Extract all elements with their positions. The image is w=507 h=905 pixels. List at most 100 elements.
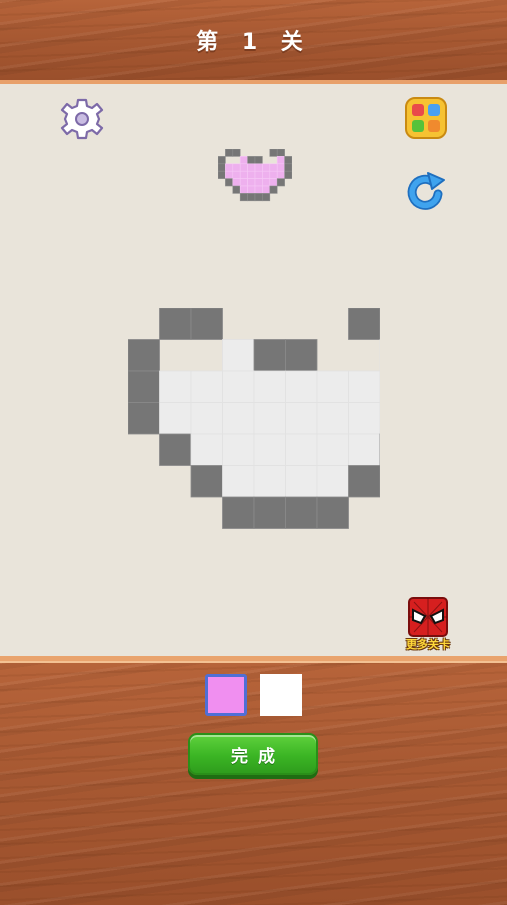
preview-cell	[269, 163, 278, 172]
target-preview	[218, 149, 292, 202]
preview-cell	[254, 170, 263, 179]
done-button[interactable]: 完成	[188, 733, 318, 775]
paint-cell[interactable]	[348, 370, 381, 403]
preview-cell	[218, 163, 226, 172]
preview-cell	[239, 163, 248, 172]
preview-cell	[262, 170, 271, 179]
paint-cell[interactable]	[348, 433, 381, 466]
preview-cell	[254, 193, 263, 202]
outline-cell	[253, 339, 286, 372]
paint-cell[interactable]	[159, 402, 192, 435]
preview-cell	[247, 170, 256, 179]
outline-cell	[190, 308, 223, 340]
more-levels-label: 更多关卡	[406, 638, 450, 651]
paint-cell[interactable]	[348, 402, 381, 435]
color-swatch-pink[interactable]	[205, 674, 247, 716]
paint-cell[interactable]	[190, 370, 223, 403]
preview-cell	[284, 170, 292, 179]
paint-cell[interactable]	[253, 465, 286, 498]
outline-cell	[348, 465, 380, 498]
outline-cell	[128, 339, 160, 372]
preview-cell	[254, 156, 263, 165]
preview-cell	[239, 170, 248, 179]
preview-cell	[232, 149, 241, 157]
paint-cell[interactable]	[316, 370, 349, 403]
preview-cell	[254, 163, 263, 172]
preview-cell	[284, 163, 292, 172]
outline-cell	[348, 308, 380, 340]
restart-button[interactable]	[404, 170, 448, 214]
preview-cell	[269, 149, 278, 157]
preview-cell	[239, 193, 248, 202]
preview-cell	[262, 163, 271, 172]
more-levels-button[interactable]: 更多关卡	[398, 596, 458, 656]
preview-cell	[284, 156, 292, 165]
preview-cell	[225, 149, 234, 157]
paint-cell[interactable]	[190, 402, 223, 435]
color-swatch-white[interactable]	[260, 674, 302, 716]
bottom-panel	[0, 656, 507, 905]
preview-cell	[232, 178, 241, 187]
preview-cell	[254, 185, 263, 194]
spider-mask-icon	[408, 597, 448, 637]
paint-cell[interactable]	[190, 433, 223, 466]
preview-cell	[247, 163, 256, 172]
paint-cell[interactable]	[222, 402, 255, 435]
preview-cell	[218, 156, 226, 165]
paint-cell[interactable]	[159, 370, 192, 403]
paint-cell[interactable]	[285, 465, 318, 498]
outline-cell	[128, 402, 160, 435]
outline-cell	[253, 496, 286, 529]
preview-cell	[247, 193, 256, 202]
paint-cell[interactable]	[222, 370, 255, 403]
preview-cell	[232, 170, 241, 179]
paint-cell[interactable]	[316, 433, 349, 466]
preview-cell	[247, 178, 256, 187]
preview-cell	[269, 185, 278, 194]
preview-cell	[239, 156, 248, 165]
level-title: 第 1 关	[196, 30, 311, 55]
paint-cell[interactable]	[222, 465, 255, 498]
paint-cell[interactable]	[316, 465, 349, 498]
paint-cell[interactable]	[316, 402, 349, 435]
outline-cell	[128, 370, 160, 403]
preview-cell	[247, 156, 256, 165]
preview-cell	[262, 178, 271, 187]
preview-cell	[276, 156, 285, 165]
preview-cell	[276, 170, 285, 179]
paint-cell[interactable]	[253, 370, 286, 403]
settings-button[interactable]	[60, 97, 104, 141]
preview-cell	[262, 193, 271, 202]
outline-cell	[159, 433, 192, 466]
level-grid-icon	[405, 97, 447, 139]
outline-cell	[316, 496, 349, 529]
outline-cell	[222, 496, 255, 529]
outline-cell	[285, 339, 318, 372]
preview-cell	[276, 149, 285, 157]
paint-cell[interactable]	[253, 402, 286, 435]
puzzle-grid[interactable]	[128, 308, 380, 530]
preview-cell	[239, 178, 248, 187]
preview-cell	[269, 170, 278, 179]
paint-cell[interactable]	[222, 339, 255, 372]
paint-cell[interactable]	[253, 433, 286, 466]
outline-cell	[285, 496, 318, 529]
paint-cell[interactable]	[222, 433, 255, 466]
preview-cell	[247, 185, 256, 194]
preview-cell	[218, 170, 226, 179]
preview-cell	[239, 185, 248, 194]
preview-cell	[232, 185, 241, 194]
preview-cell	[276, 178, 285, 187]
preview-cell	[225, 170, 234, 179]
restart-icon	[407, 172, 445, 210]
paint-cell[interactable]	[285, 402, 318, 435]
paint-cell[interactable]	[285, 433, 318, 466]
levels-button[interactable]	[405, 97, 447, 139]
preview-cell	[225, 178, 234, 187]
preview-cell	[254, 178, 263, 187]
preview-cell	[269, 178, 278, 187]
preview-cell	[276, 163, 285, 172]
gear-icon	[60, 98, 104, 140]
paint-cell[interactable]	[285, 370, 318, 403]
outline-cell	[159, 308, 192, 340]
